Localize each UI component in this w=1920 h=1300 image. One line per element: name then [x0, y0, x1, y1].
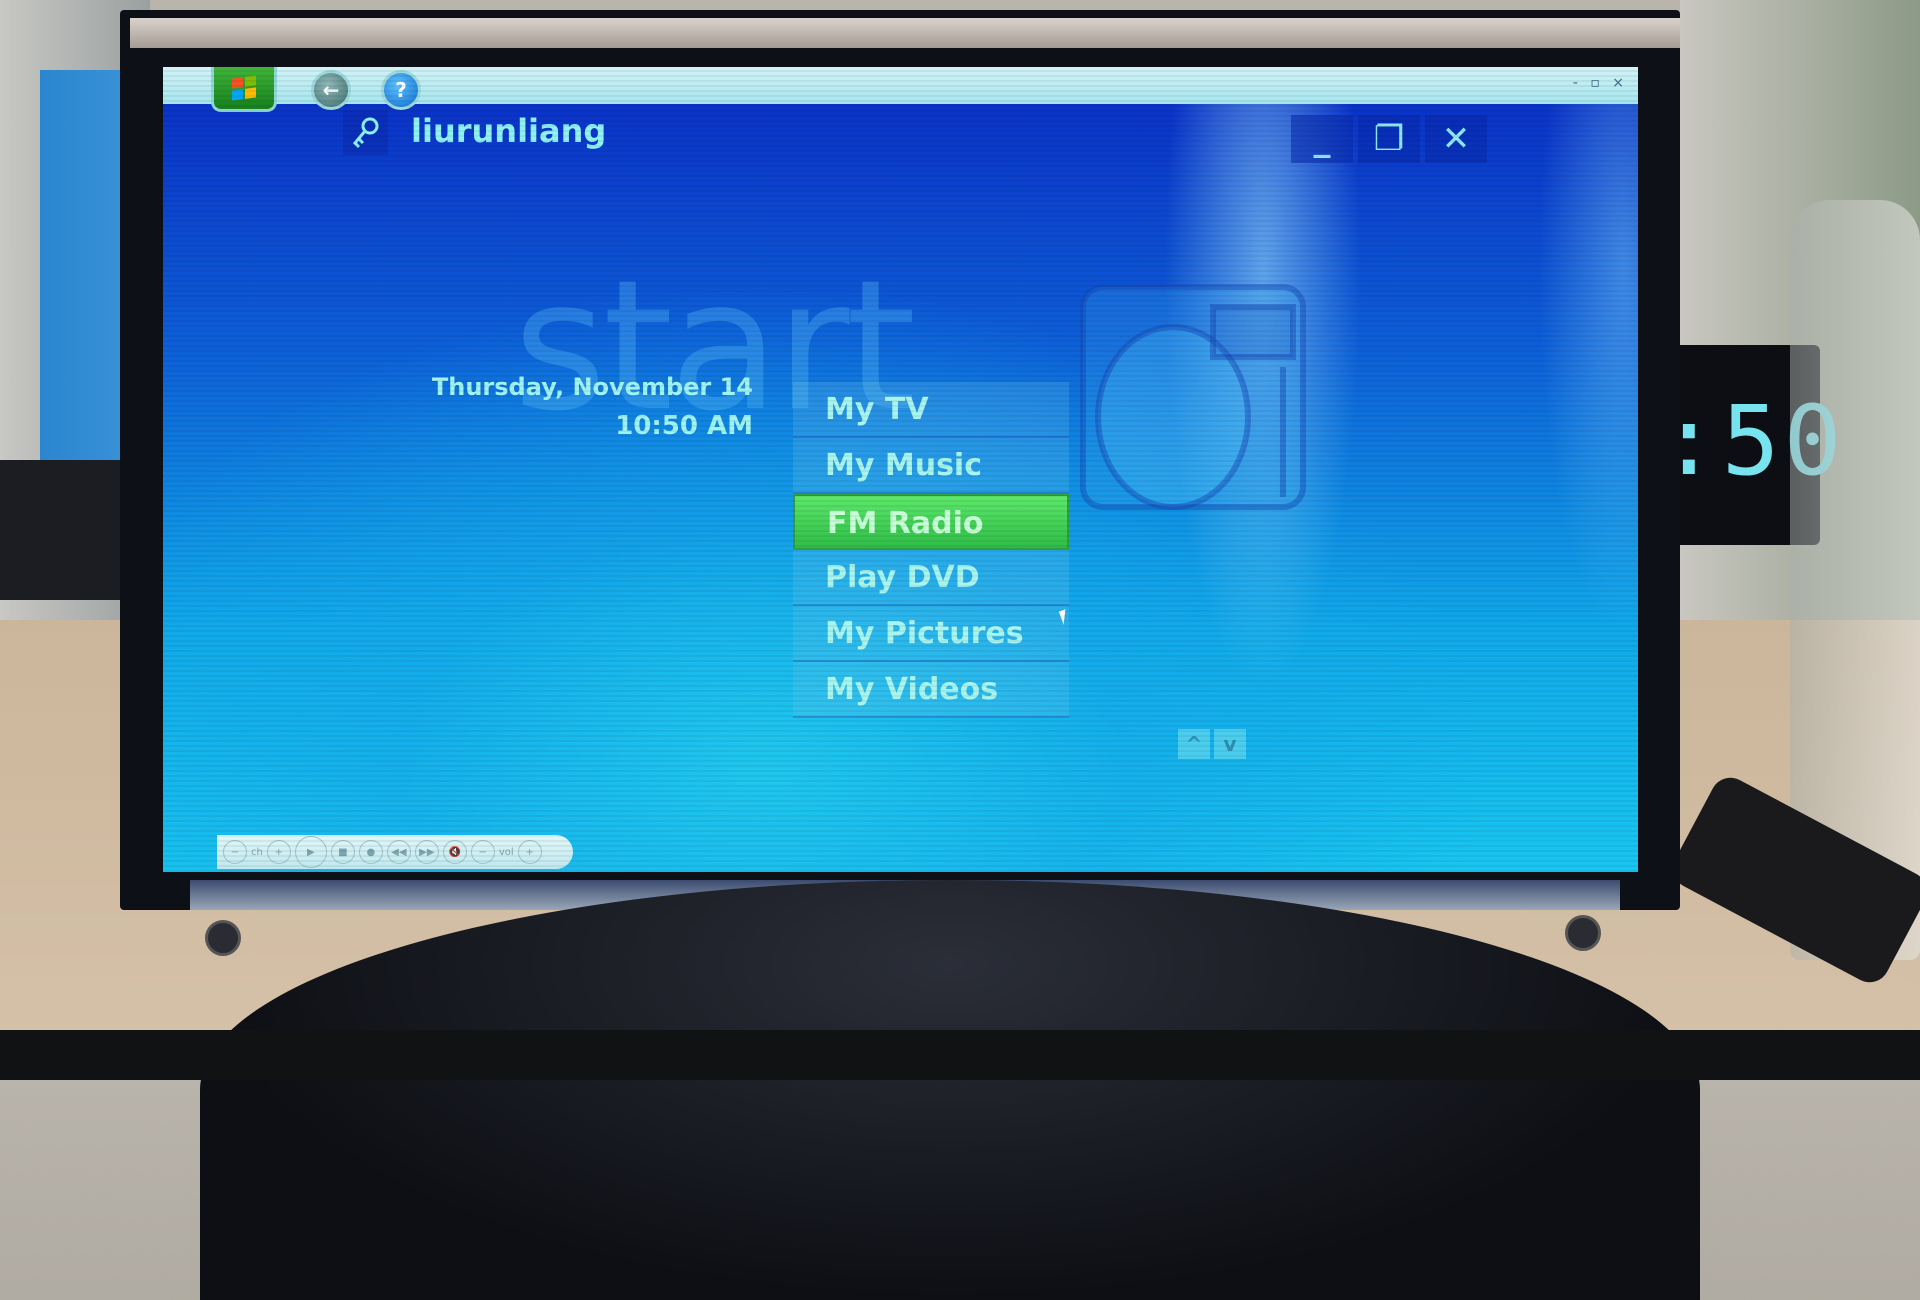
volume-down-button[interactable]: − — [470, 840, 495, 864]
menu-scroll-controls: ^ v — [1178, 729, 1246, 759]
stop-button[interactable]: ■ — [330, 840, 355, 864]
host-window-controls[interactable]: - ▫ × — [1573, 75, 1628, 91]
close-button[interactable]: ✕ — [1425, 115, 1487, 163]
minimize-icon: _ — [1313, 119, 1331, 159]
menu-item-my-tv[interactable]: My TV — [793, 382, 1069, 438]
chevron-up-icon: ^ — [1185, 732, 1203, 756]
help-button[interactable]: ? — [381, 70, 421, 110]
date-label: Thursday, November 14 — [431, 373, 753, 401]
username-label: liurunliang — [411, 112, 607, 150]
channel-up-button[interactable]: + — [266, 840, 291, 864]
restore-button[interactable]: ❐ — [1358, 115, 1420, 163]
datetime-display: Thursday, November 14 10:50 AM — [432, 373, 753, 441]
start-menu: My TV My Music FM Radio Play DVD My Pict… — [793, 382, 1069, 718]
user-key-icon — [343, 110, 388, 155]
menu-item-fm-radio[interactable]: FM Radio — [793, 494, 1069, 550]
chevron-down-icon: v — [1223, 732, 1237, 756]
menu-item-play-dvd[interactable]: Play DVD — [793, 550, 1069, 606]
fast-forward-button[interactable]: ▶▶ — [414, 840, 439, 864]
windows-logo-icon — [232, 75, 256, 101]
media-center-screen: start ← ? - ▫ × liurunliang _ ❐ ✕ Thursd… — [163, 67, 1638, 872]
time-label: 10:50 AM — [615, 411, 753, 441]
screw — [1565, 915, 1601, 951]
back-button[interactable]: ← — [311, 70, 351, 110]
channel-down-button[interactable]: − — [223, 840, 247, 864]
monitor-top-edge — [130, 18, 1680, 48]
record-button[interactable]: ● — [358, 840, 383, 864]
help-icon: ? — [395, 78, 407, 102]
scroll-up-button[interactable]: ^ — [1178, 729, 1210, 759]
back-arrow-icon: ← — [322, 78, 340, 102]
headphones — [200, 880, 1700, 1300]
mute-button[interactable]: 🔇 — [442, 840, 467, 864]
screw — [205, 920, 241, 956]
close-icon: ✕ — [1441, 119, 1471, 159]
rewind-button[interactable]: ◀◀ — [386, 840, 411, 864]
camera-icon — [1080, 284, 1306, 510]
scroll-down-button[interactable]: v — [1214, 729, 1246, 759]
start-button[interactable] — [211, 67, 277, 112]
transport-controls: − ch + ▶ ■ ● ◀◀ ▶▶ 🔇 − vol + — [217, 835, 573, 869]
play-button[interactable]: ▶ — [294, 836, 327, 868]
foreground-shadow — [0, 1030, 1920, 1080]
volume-label: vol — [498, 846, 514, 858]
minimize-button[interactable]: _ — [1291, 115, 1353, 163]
menu-item-my-pictures[interactable]: My Pictures — [793, 606, 1069, 662]
restore-icon: ❐ — [1373, 119, 1405, 159]
menu-item-my-music[interactable]: My Music — [793, 438, 1069, 494]
channel-label: ch — [251, 846, 263, 858]
volume-up-button[interactable]: + — [517, 840, 542, 864]
menu-item-my-videos[interactable]: My Videos — [793, 662, 1069, 718]
top-toolbar: ← ? - ▫ × — [163, 67, 1638, 112]
